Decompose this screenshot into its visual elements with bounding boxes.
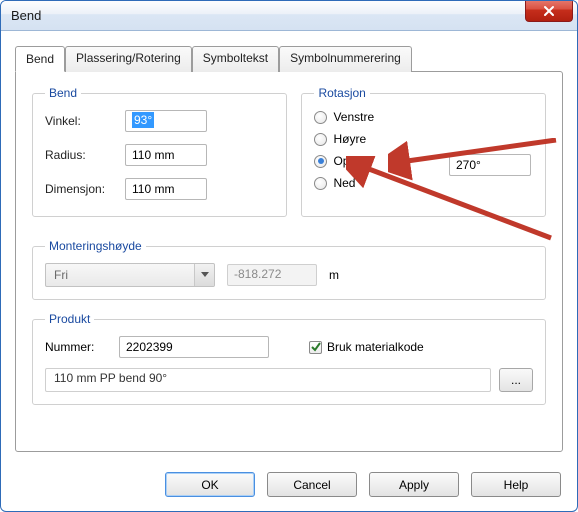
use-materialcode-checkbox[interactable]: Bruk materialkode [309, 340, 424, 354]
ok-button[interactable]: OK [165, 472, 255, 497]
dialog-content: Bend Plassering/Rotering Symboltekst Sym… [1, 31, 577, 462]
radio-hoyre[interactable]: Høyre [314, 132, 533, 146]
tab-bend[interactable]: Bend [15, 46, 65, 72]
group-bend: Bend Vinkel: 93° Radius: Dimensjon: [32, 86, 287, 217]
radio-ned[interactable]: Ned [314, 176, 533, 190]
dimension-label: Dimensjon: [45, 182, 125, 196]
mount-height-input: -818.272 [227, 264, 317, 286]
product-number-input[interactable] [119, 336, 269, 358]
tab-symbolnummerering[interactable]: Symbolnummerering [279, 46, 412, 72]
mount-combo-display: Fri [45, 263, 215, 287]
mount-combo[interactable]: Fri [45, 263, 215, 287]
radio-venstre[interactable]: Venstre [314, 110, 533, 124]
group-product-legend: Produkt [45, 312, 94, 326]
angle-input[interactable]: 93° [125, 110, 207, 132]
dimension-input[interactable] [125, 178, 207, 200]
window-title: Bend [11, 8, 41, 23]
radio-icon [314, 177, 327, 190]
close-icon [542, 5, 556, 17]
group-rotation-legend: Rotasjon [314, 86, 369, 100]
button-bar: OK Cancel Apply Help [1, 462, 577, 511]
group-mount-height: Monteringshøyde Fri -818.272 m [32, 239, 546, 300]
cancel-button[interactable]: Cancel [267, 472, 357, 497]
checkbox-icon [309, 341, 322, 354]
tab-symboltekst[interactable]: Symboltekst [192, 46, 279, 72]
product-description-input[interactable]: 110 mm PP bend 90° [45, 368, 491, 392]
tab-plassering[interactable]: Plassering/Rotering [65, 46, 192, 72]
tab-panel-bend: Bend Vinkel: 93° Radius: Dimensjon: [15, 71, 563, 452]
angle-label: Vinkel: [45, 114, 125, 128]
browse-button[interactable]: ... [499, 368, 533, 392]
radio-label-opp: Opp [333, 154, 356, 168]
radius-input[interactable] [125, 144, 207, 166]
tab-strip: Bend Plassering/Rotering Symboltekst Sym… [15, 45, 563, 71]
radio-label-hoyre: Høyre [333, 132, 366, 146]
radio-label-venstre: Venstre [333, 110, 374, 124]
group-product: Produkt Nummer: Bruk materialkode 110 mm… [32, 312, 546, 405]
radio-icon [314, 111, 327, 124]
product-number-label: Nummer: [45, 340, 109, 354]
radius-label: Radius: [45, 148, 125, 162]
radio-label-ned: Ned [333, 176, 355, 190]
apply-button[interactable]: Apply [369, 472, 459, 497]
group-rotation: Rotasjon Venstre Høyre Opp [301, 86, 546, 217]
use-materialcode-label: Bruk materialkode [327, 340, 424, 354]
help-button[interactable]: Help [471, 472, 561, 497]
close-button[interactable] [525, 0, 573, 22]
dialog-window: Bend Bend Plassering/Rotering Symbolteks… [0, 0, 578, 512]
rotation-value-input[interactable] [449, 154, 531, 176]
chevron-down-icon[interactable] [194, 264, 214, 286]
group-bend-legend: Bend [45, 86, 81, 100]
titlebar: Bend [1, 1, 577, 31]
group-mount-legend: Monteringshøyde [45, 239, 146, 253]
mount-unit-label: m [329, 268, 339, 282]
radio-icon [314, 155, 327, 168]
radio-icon [314, 133, 327, 146]
